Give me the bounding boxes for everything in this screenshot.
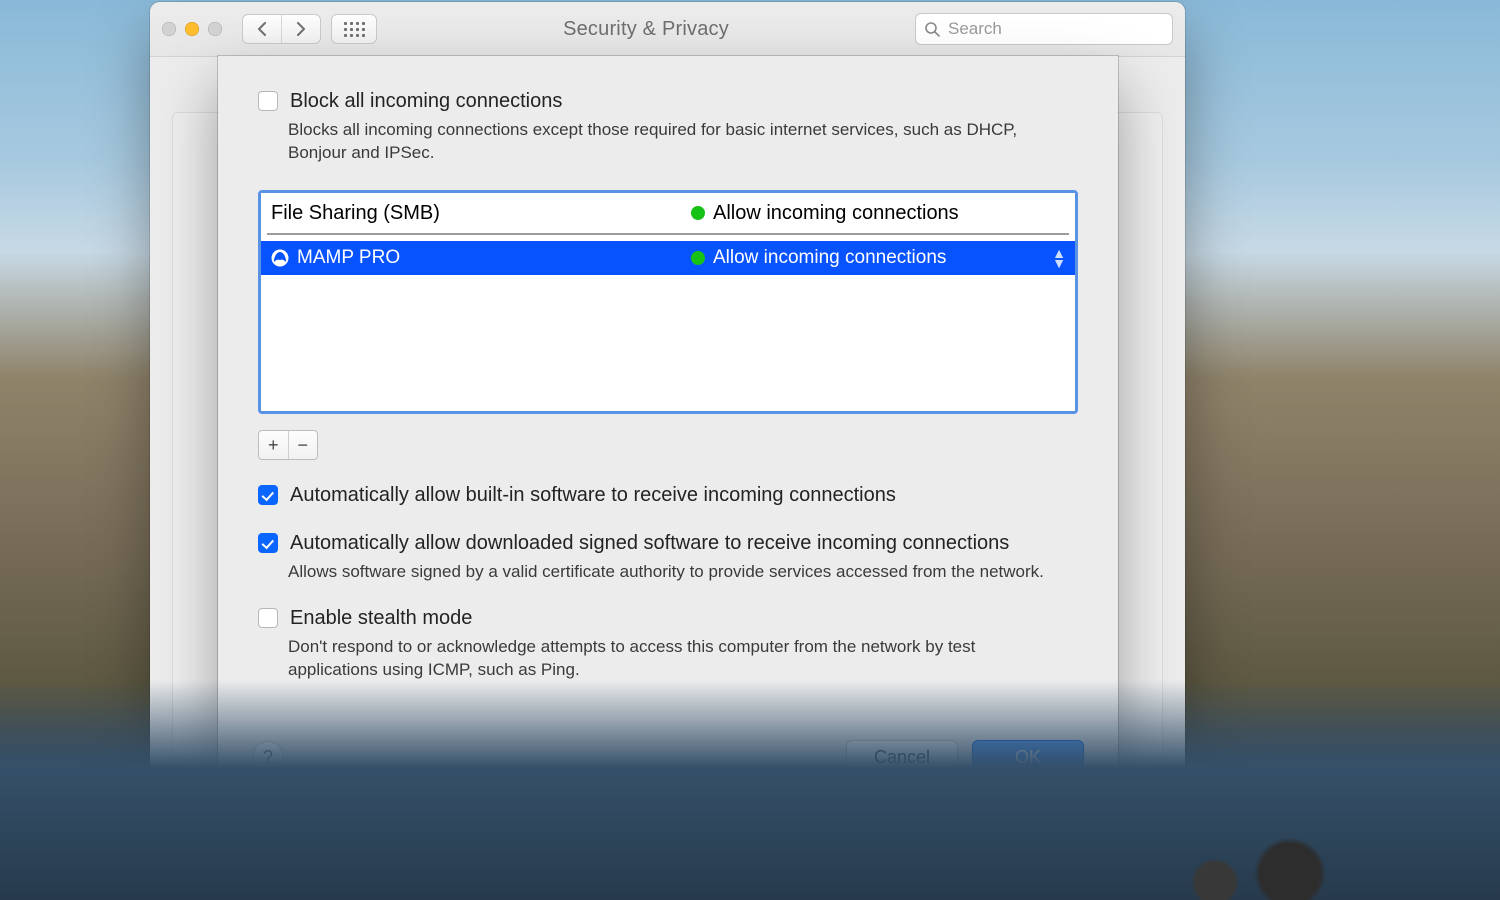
search-icon [924,21,940,37]
auto-signed-label: Automatically allow downloaded signed so… [290,530,1009,556]
list-item-name: MAMP PRO [297,247,400,269]
updown-arrows-icon: ▲▼ [1052,248,1065,268]
chevron-left-icon [257,22,267,36]
app-icon [271,249,289,267]
grid-icon [344,22,365,37]
sheet-footer: ? Cancel OK [252,740,1084,774]
show-all-button[interactable] [331,14,377,44]
list-item-name: File Sharing (SMB) [271,202,691,225]
list-item-status: Allow incoming connections [713,202,1065,225]
firewall-options-sheet: Block all incoming connections Blocks al… [218,56,1118,796]
auto-builtin-row: Automatically allow built-in software to… [258,482,1078,508]
back-button[interactable] [243,15,281,43]
firewall-app-list[interactable]: File Sharing (SMB) Allow incoming connec… [258,190,1078,414]
auto-signed-description: Allows software signed by a valid certif… [288,560,1048,583]
search-field[interactable] [915,13,1173,45]
block-all-row: Block all incoming connections [258,88,1078,114]
list-divider [267,233,1069,235]
status-dot-icon [691,251,705,265]
block-all-label: Block all incoming connections [290,88,1078,114]
stealth-description: Don't respond to or acknowledge attempts… [288,635,1048,681]
list-item-status-label: Allow incoming connections [713,247,946,268]
block-all-checkbox[interactable] [258,91,278,111]
titlebar: Security & Privacy [150,2,1185,57]
help-button[interactable]: ? [252,741,284,773]
auto-builtin-checkbox[interactable] [258,485,278,505]
add-remove-segment: + − [258,430,318,460]
desktop-wallpaper: Security & Privacy Block all incoming co… [0,0,1500,900]
window-controls [162,22,222,36]
list-row-file-sharing[interactable]: File Sharing (SMB) Allow incoming connec… [261,193,1075,233]
search-input[interactable] [946,18,1171,40]
minimize-window-button[interactable] [185,22,199,36]
list-row-mamp-pro[interactable]: MAMP PRO Allow incoming connections ▲▼ [261,241,1075,275]
forward-button[interactable] [281,15,320,43]
stealth-label: Enable stealth mode [290,605,472,631]
block-all-description: Blocks all incoming connections except t… [288,118,1048,164]
zoom-window-button[interactable] [208,22,222,36]
list-item-status-dropdown[interactable]: Allow incoming connections [713,247,1052,269]
window-title: Security & Privacy [387,18,905,41]
auto-signed-checkbox[interactable] [258,533,278,553]
auto-builtin-label: Automatically allow built-in software to… [290,482,896,508]
chevron-right-icon [296,22,306,36]
remove-button[interactable]: − [288,431,318,459]
status-dot-icon [691,206,705,220]
ok-button[interactable]: OK [972,740,1084,774]
stealth-checkbox[interactable] [258,608,278,628]
close-window-button[interactable] [162,22,176,36]
add-button[interactable]: + [259,431,288,459]
auto-signed-row: Automatically allow downloaded signed so… [258,530,1078,556]
cancel-button[interactable]: Cancel [846,740,958,774]
nav-back-forward [242,14,321,44]
stealth-row: Enable stealth mode [258,605,1078,631]
